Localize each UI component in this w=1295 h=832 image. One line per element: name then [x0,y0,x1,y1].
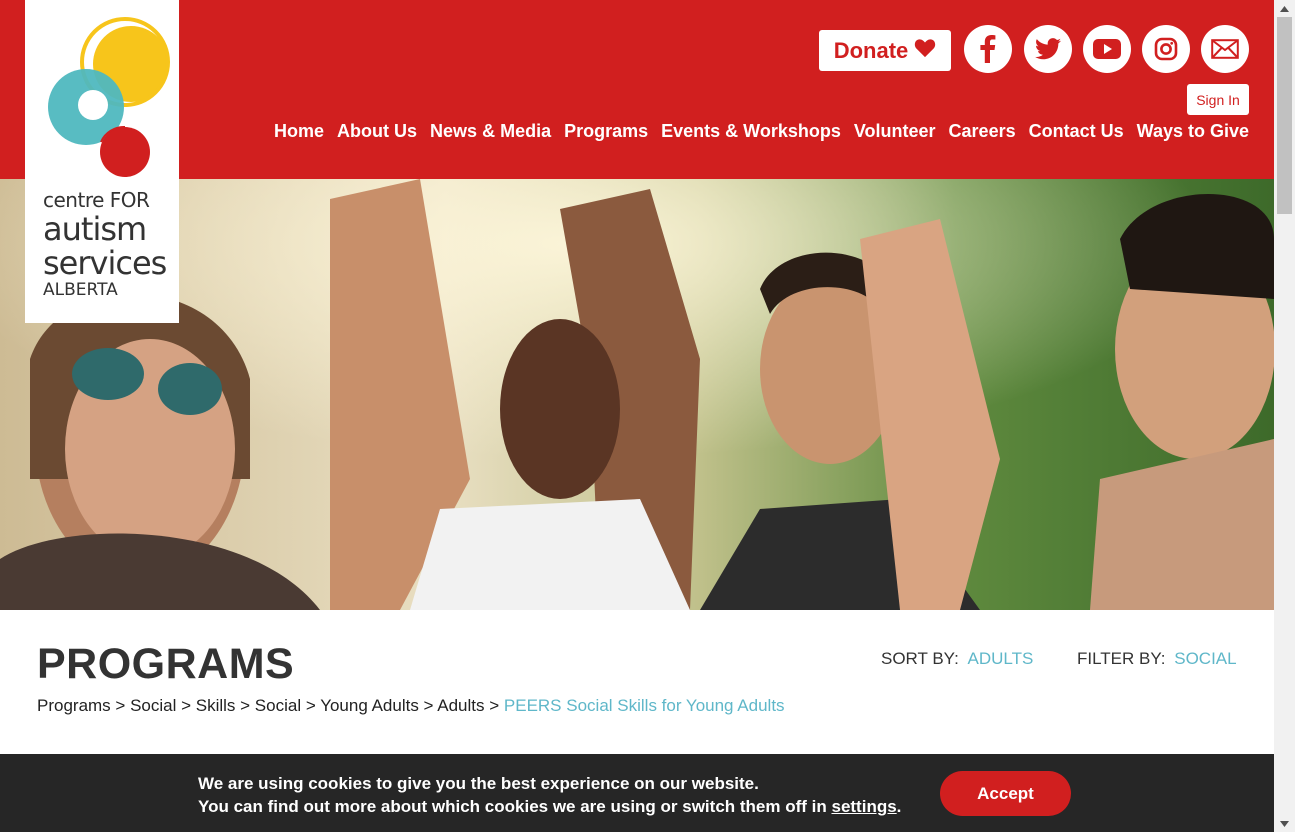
cookie-line-2-text: You can find out more about which cookie… [198,797,832,816]
breadcrumb-current: PEERS Social Skills for Young Adults [503,696,785,715]
email-icon[interactable] [1201,25,1249,73]
breadcrumb-adults[interactable]: Adults [437,696,484,715]
breadcrumb-separator: > [484,696,504,715]
breadcrumb-programs[interactable]: Programs [37,696,111,715]
breadcrumb: Programs > Social > Skills > Social > Yo… [37,696,785,716]
logo-line-autism: autism [43,210,147,248]
breadcrumb-separator: > [235,696,255,715]
breadcrumb-social[interactable]: Social [130,696,176,715]
site-logo[interactable]: centre FOR autism services ALBERTA [25,0,179,323]
filter-control: FILTER BY: SOCIAL [1077,649,1237,669]
logo-wordmark: centre FOR autism services ALBERTA [43,188,167,300]
vertical-scrollbar[interactable] [1274,0,1295,832]
cookie-line-2: You can find out more about which cookie… [198,795,901,818]
scrollbar-thumb[interactable] [1277,17,1292,214]
heart-icon [914,38,936,64]
logo-line-centre-for: centre FOR [43,188,150,212]
nav-item-home[interactable]: Home [274,121,324,142]
cookie-message: We are using cookies to give you the bes… [198,772,901,818]
instagram-icon[interactable] [1142,25,1190,73]
scroll-up-arrow-icon[interactable] [1274,0,1295,17]
donate-label: Donate [833,37,909,63]
site-header: Donate Sign In Home About Us News & Medi… [0,0,1274,179]
breadcrumb-separator: > [301,696,321,715]
accept-cookies-button[interactable]: Accept [940,771,1071,816]
sort-control: SORT BY: ADULTS [881,649,1033,669]
scroll-down-arrow-icon[interactable] [1274,815,1295,832]
youtube-icon[interactable] [1083,25,1131,73]
logo-line-alberta: ALBERTA [43,280,118,300]
twitter-icon[interactable] [1024,25,1072,73]
logo-line-services: services [43,244,167,282]
nav-item-about-us[interactable]: About Us [337,121,417,142]
nav-item-careers[interactable]: Careers [949,121,1016,142]
breadcrumb-social-2[interactable]: Social [255,696,301,715]
filter-label: FILTER BY: [1077,649,1166,668]
donate-button[interactable]: Donate [819,30,951,71]
logo-circles-icon [48,17,170,177]
sign-in-button[interactable]: Sign In [1187,84,1249,115]
breadcrumb-separator: > [418,696,438,715]
cookie-line-2-end: . [896,797,902,816]
nav-item-volunteer[interactable]: Volunteer [854,121,936,142]
hero-image [0,179,1274,610]
breadcrumb-separator: > [110,696,131,715]
sort-label: SORT BY: [881,649,959,668]
page-title: PROGRAMS [37,640,295,688]
nav-item-contact-us[interactable]: Contact Us [1029,121,1124,142]
nav-item-news-media[interactable]: News & Media [430,121,551,142]
cookie-line-1: We are using cookies to give you the bes… [198,774,759,793]
filter-value[interactable]: SOCIAL [1174,649,1236,668]
breadcrumb-separator: > [176,696,196,715]
cookie-settings-link[interactable]: settings [831,797,896,816]
nav-item-programs[interactable]: Programs [564,121,648,142]
nav-item-ways-to-give[interactable]: Ways to Give [1137,121,1249,142]
breadcrumb-skills[interactable]: Skills [196,696,236,715]
nav-item-events-workshops[interactable]: Events & Workshops [661,121,841,142]
main-nav: Home About Us News & Media Programs Even… [274,121,1249,142]
facebook-icon[interactable] [964,25,1012,73]
sort-value[interactable]: ADULTS [968,649,1034,668]
breadcrumb-young-adults[interactable]: Young Adults [320,696,419,715]
cookie-banner: We are using cookies to give you the bes… [0,754,1274,832]
